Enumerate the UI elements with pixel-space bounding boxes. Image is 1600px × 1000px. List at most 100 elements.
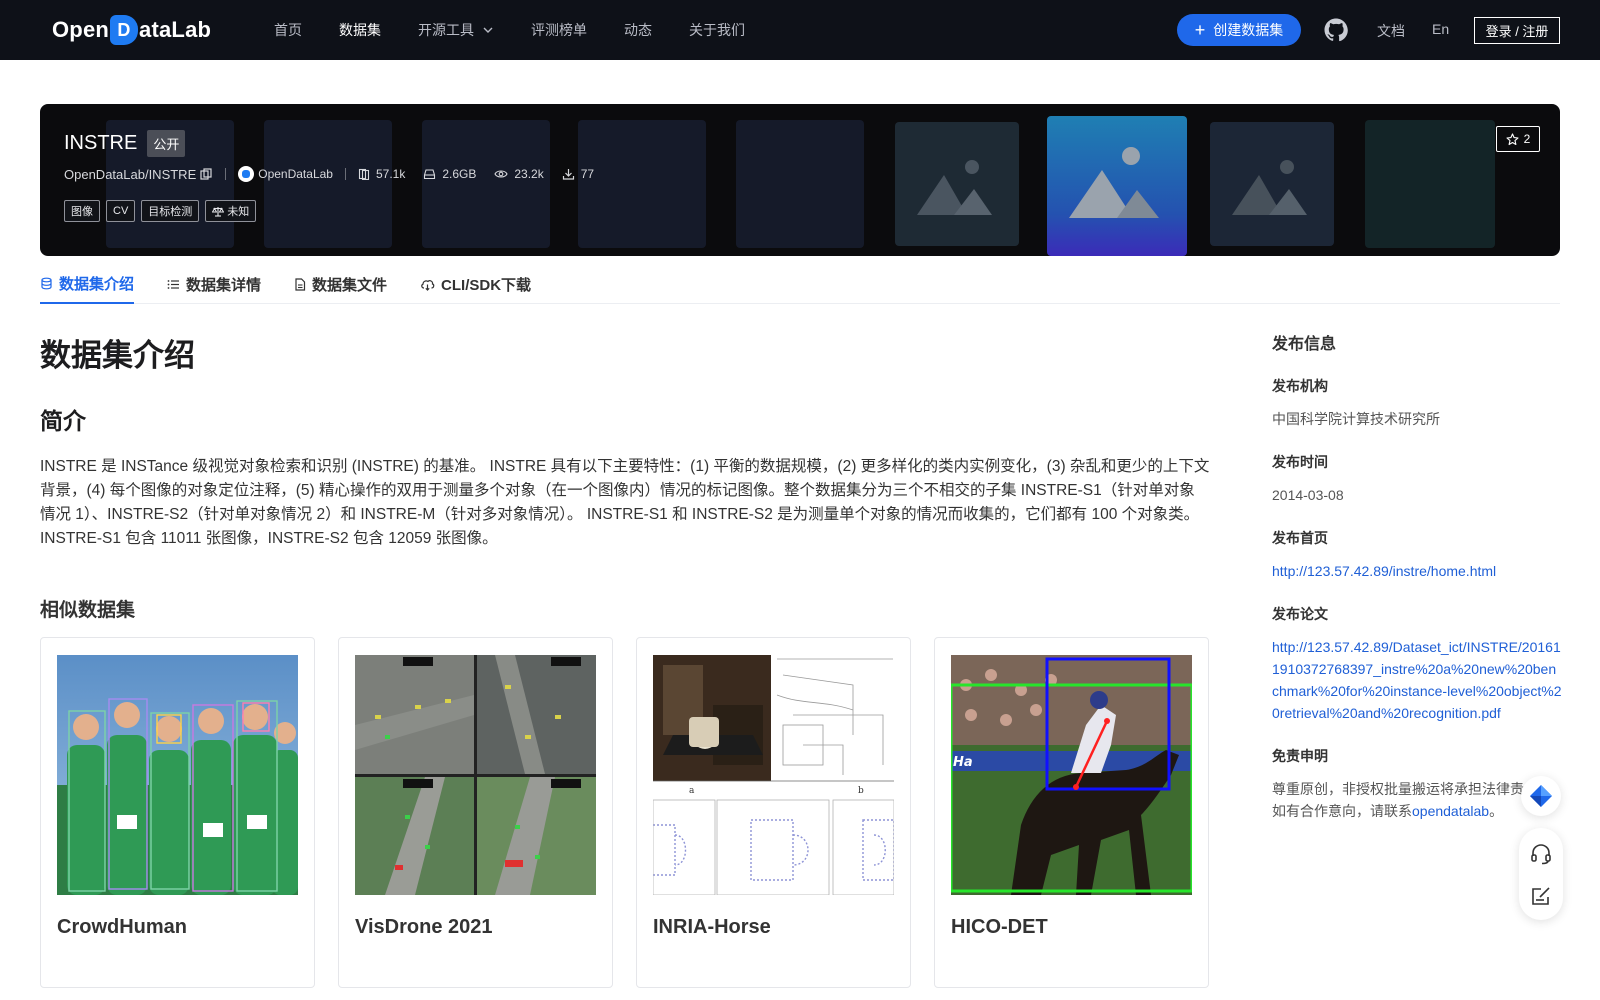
org-link[interactable]: OpenDataLab xyxy=(238,166,333,182)
logo-text-datalab: ataLab xyxy=(139,17,212,42)
copy-icon[interactable] xyxy=(199,167,213,181)
paper-link[interactable]: http://123.57.42.89/Dataset_ict/INSTRE/2… xyxy=(1272,636,1562,724)
dataset-cover-image: Ha xyxy=(951,655,1192,895)
create-dataset-button[interactable]: + 创建数据集 xyxy=(1177,14,1301,46)
banner-thumbnail xyxy=(1365,120,1495,248)
contact-link[interactable]: opendatalab xyxy=(1412,803,1489,819)
dataset-card-name: VisDrone 2021 xyxy=(355,916,493,938)
intro-heading: 简介 xyxy=(40,408,86,434)
logo-text-open: Open xyxy=(52,17,110,42)
tab-intro[interactable]: 数据集介绍 xyxy=(40,264,135,304)
banner-thumbnail xyxy=(422,120,550,248)
tab-label: 数据集详情 xyxy=(186,276,262,294)
nav-item-tools[interactable]: 开源工具 xyxy=(418,20,494,40)
nav-item-label: 数据集 xyxy=(339,22,381,38)
login-register-button[interactable]: 登录 / 注册 xyxy=(1474,17,1560,44)
diamond-logo-icon xyxy=(1530,785,1552,807)
disclaimer-label: 免责申明 xyxy=(1272,748,1328,764)
download-count: 77 xyxy=(580,167,595,181)
top-navbar: Open D ataLab 首页 数据集 开源工具 评测榜单 动态 关于我们 +… xyxy=(0,0,1600,60)
homepage-link[interactable]: http://123.57.42.89/instre/home.html xyxy=(1272,560,1562,582)
dataset-tags: 图像 CV 目标检测 未知 xyxy=(64,200,262,222)
file-count-stat: 57.1k xyxy=(358,167,405,181)
publish-date-label: 发布时间 xyxy=(1272,454,1328,470)
nav-docs-link[interactable]: 文档 xyxy=(1377,21,1405,41)
page-title: 数据集介绍 xyxy=(40,338,195,373)
files-icon xyxy=(358,168,370,180)
nav-item-label: 开源工具 xyxy=(418,22,474,38)
dataset-path: OpenDataLab/INSTRE xyxy=(64,166,197,182)
similar-dataset-card[interactable]: Ha HICO-DET xyxy=(934,637,1209,988)
tab-files[interactable]: 数据集文件 xyxy=(294,264,387,304)
scale-icon xyxy=(212,206,225,217)
public-badge: 公开 xyxy=(147,130,186,157)
nav-item-datasets[interactable]: 数据集 xyxy=(339,20,381,40)
ai-assistant-button[interactable] xyxy=(1521,776,1561,816)
feedback-button[interactable] xyxy=(1529,884,1553,908)
tab-details[interactable]: 数据集详情 xyxy=(167,264,261,304)
database-icon xyxy=(41,277,52,289)
tab-label: 数据集介绍 xyxy=(59,275,135,293)
publish-info-title: 发布信息 xyxy=(1272,336,1337,353)
banner-thumbnail xyxy=(1210,122,1334,246)
nav-item-home[interactable]: 首页 xyxy=(274,20,302,40)
nav-item-news[interactable]: 动态 xyxy=(624,20,652,40)
banner-thumbnail xyxy=(895,122,1019,246)
divider xyxy=(344,168,346,180)
edit-note-icon xyxy=(1532,887,1550,905)
dataset-card-name: HICO-DET xyxy=(951,916,1048,938)
divider xyxy=(225,168,227,180)
dataset-cover-image xyxy=(57,655,298,895)
dataset-title: INSTRE xyxy=(64,132,138,154)
similar-dataset-card[interactable]: ab INRIA-Horse xyxy=(636,637,911,988)
banner-thumbnail xyxy=(578,120,706,248)
github-icon[interactable] xyxy=(1324,18,1348,42)
banner-thumbnail-highlighted xyxy=(1047,116,1187,256)
download-icon xyxy=(562,169,574,180)
publish-info-panel: 发布信息 发布机构 中国科学院计算技术研究所 发布时间 2014-03-08 发… xyxy=(1272,330,1562,822)
downloads-stat: 77 xyxy=(562,167,594,181)
headset-icon xyxy=(1531,844,1551,865)
star-button[interactable]: 2 xyxy=(1496,126,1540,152)
image-placeholder-icon xyxy=(917,160,992,215)
nav-item-label: 动态 xyxy=(624,22,652,38)
nav-item-leaderboard[interactable]: 评测榜单 xyxy=(531,20,587,40)
disclaimer-end: 。 xyxy=(1489,803,1504,819)
dataset-cover-image xyxy=(355,655,596,895)
list-icon xyxy=(167,279,180,289)
image-placeholder-icon xyxy=(1232,160,1307,215)
similar-datasets-list: CrowdHuman VisDrone 2021 a b INRIA-Horse… xyxy=(40,637,1232,988)
svg-text:Ha: Ha xyxy=(953,755,973,770)
disclaimer-line-2: 如有合作意向，请联系opendatalab。 xyxy=(1272,800,1562,822)
similar-dataset-card[interactable]: CrowdHuman xyxy=(40,637,315,988)
star-icon xyxy=(1506,132,1519,145)
cloud-download-icon xyxy=(421,279,435,291)
main-menu: 首页 数据集 开源工具 评测榜单 动态 关于我们 xyxy=(274,0,782,60)
dataset-description: INSTRE 是 INSTance 级视觉对象检索和识别 (INSTRE) 的基… xyxy=(40,458,1210,547)
dataset-cover-image: ab xyxy=(653,655,894,895)
publish-date-value: 2014-03-08 xyxy=(1272,487,1344,503)
nav-item-label: 首页 xyxy=(274,22,302,38)
dataset-card-name: CrowdHuman xyxy=(57,916,187,938)
nav-item-about[interactable]: 关于我们 xyxy=(689,20,745,40)
tab-cli-sdk[interactable]: CLI/SDK下载 xyxy=(420,264,531,304)
tag-field[interactable]: CV xyxy=(106,200,136,222)
tag-modality[interactable]: 图像 xyxy=(64,200,100,222)
chevron-down-icon xyxy=(483,27,493,33)
opendatalab-logo[interactable]: Open D ataLab xyxy=(52,14,211,46)
tag-task[interactable]: 目标检测 xyxy=(141,200,200,222)
create-dataset-label: 创建数据集 xyxy=(1213,22,1284,38)
star-count: 2 xyxy=(1523,132,1531,146)
publisher-value: 中国科学院计算技术研究所 xyxy=(1272,411,1440,427)
dataset-size: 2.6GB xyxy=(442,167,477,181)
customer-service-button[interactable] xyxy=(1529,842,1553,866)
svg-text:a: a xyxy=(689,786,695,796)
similar-dataset-card[interactable]: VisDrone 2021 xyxy=(338,637,613,988)
dataset-tabs: 数据集介绍 数据集详情 数据集文件 CLI/SDK下载 xyxy=(40,264,1560,304)
nav-item-label: 评测榜单 xyxy=(531,22,587,38)
org-name: OpenDataLab xyxy=(258,167,333,181)
language-switch[interactable]: En xyxy=(1432,21,1449,37)
license-label: 未知 xyxy=(227,206,250,218)
opendatalab-mini-logo-icon xyxy=(242,170,251,178)
tag-license[interactable]: 未知 xyxy=(205,200,257,222)
